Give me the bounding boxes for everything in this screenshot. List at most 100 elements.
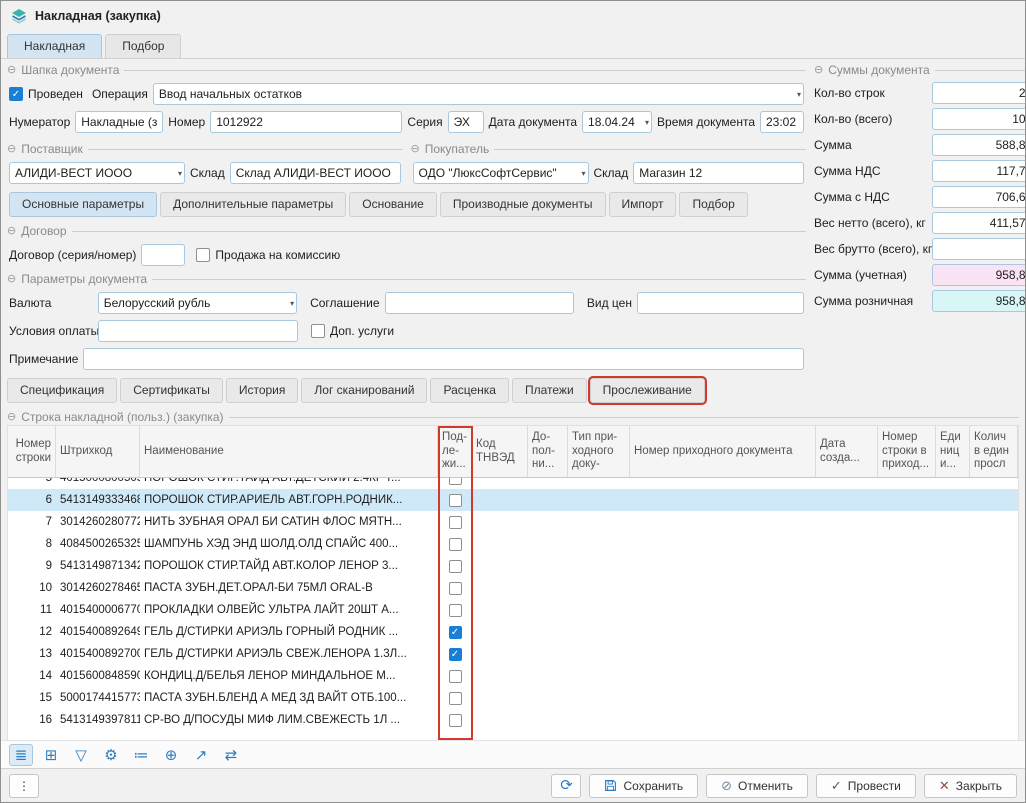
cell-check[interactable] <box>438 555 472 577</box>
tab-log-skanirovaniy[interactable]: Лог сканирований <box>301 378 427 403</box>
traceable-checkbox[interactable] <box>449 538 462 551</box>
traceable-checkbox[interactable] <box>449 714 462 727</box>
table-row[interactable]: 103014260278465ПАСТА ЗУБН.ДЕТ.ОРАЛ-БИ 75… <box>8 577 1018 599</box>
totals-value-5[interactable] <box>932 212 1026 234</box>
table-row[interactable]: 124015400892649ГЕЛЬ Д/СТИРКИ АРИЭЛЬ ГОРН… <box>8 621 1018 643</box>
totals-value-1[interactable] <box>932 108 1026 130</box>
numerator-field[interactable] <box>75 111 163 133</box>
cell-check[interactable] <box>438 599 472 621</box>
grid-view-icon[interactable]: ⊞ <box>39 744 63 766</box>
table-row[interactable]: 73014260280772НИТЬ ЗУБНАЯ ОРАЛ БИ САТИН … <box>8 511 1018 533</box>
column-header-tnved[interactable]: Код ТНВЭД <box>472 426 528 477</box>
traceable-checkbox[interactable] <box>449 604 462 617</box>
detail-view-icon[interactable]: ≣ <box>9 744 33 766</box>
tab-specifikaciya[interactable]: Спецификация <box>7 378 117 403</box>
cell-check[interactable]: ✓ <box>438 621 472 643</box>
totals-value-2[interactable] <box>932 134 1026 156</box>
column-header-created[interactable]: Дата созда... <box>816 426 878 477</box>
traceable-checkbox[interactable]: ✓ <box>449 648 462 661</box>
traceable-checkbox[interactable] <box>449 560 462 573</box>
tab-podbor[interactable]: Подбор <box>105 34 181 58</box>
column-header-qty[interactable]: Колич в един просл <box>970 426 1018 477</box>
column-header-num[interactable]: Номер строки <box>8 426 56 477</box>
sync-icon[interactable]: ⇄ <box>219 744 243 766</box>
commission-checkbox[interactable] <box>196 248 210 262</box>
table-row[interactable]: 84084500265325ШАМПУНЬ ХЭД ЭНД ШОЛД.ОЛД С… <box>8 533 1018 555</box>
supplier-warehouse-field[interactable] <box>230 162 401 184</box>
agreement-field[interactable] <box>385 292 574 314</box>
close-button[interactable]: ✕ Закрыть <box>924 774 1017 798</box>
collapse-icon[interactable]: ⊖ <box>814 65 823 76</box>
cell-check[interactable] <box>438 489 472 511</box>
collapse-icon[interactable]: ⊖ <box>7 65 16 76</box>
column-header-barcode[interactable]: Штрихкод <box>56 426 140 477</box>
cell-check[interactable] <box>438 478 472 489</box>
tab-osnovanie[interactable]: Основание <box>349 192 437 217</box>
totals-value-7[interactable] <box>932 264 1026 286</box>
number-field[interactable] <box>210 111 402 133</box>
tab-import[interactable]: Импорт <box>609 192 677 217</box>
totals-value-8[interactable] <box>932 290 1026 312</box>
table-row[interactable]: 54015000800505ПОРОШОК СТИР.ТАЙД АВТ.ДЕТС… <box>8 478 1018 489</box>
tab-proizvodnye-dokumenty[interactable]: Производные документы <box>440 192 606 217</box>
cell-check[interactable]: ✓ <box>438 643 472 665</box>
totals-value-3[interactable] <box>932 160 1026 182</box>
table-row[interactable]: 65413149333468ПОРОШОК СТИР.АРИЕЛЬ АВТ.ГО… <box>8 489 1018 511</box>
cell-check[interactable] <box>438 577 472 599</box>
menu-button[interactable]: ⋮ <box>9 774 39 798</box>
totals-value-4[interactable] <box>932 186 1026 208</box>
column-header-check[interactable]: Под- ле- жи... <box>438 426 472 477</box>
column-header-docnum[interactable]: Номер приходного документа <box>630 426 816 477</box>
column-header-dop[interactable]: До- пол- ни... <box>528 426 568 477</box>
post-button[interactable]: ✓ Провести <box>816 774 916 798</box>
table-row[interactable]: 155000174415773ПАСТА ЗУБН.БЛЕНД А МЕД ЗД… <box>8 687 1018 709</box>
tab-rascenka[interactable]: Расценка <box>430 378 509 403</box>
traceable-checkbox[interactable] <box>449 670 462 683</box>
collapse-icon[interactable]: ⊖ <box>7 226 16 237</box>
cell-check[interactable] <box>438 511 472 533</box>
table-row[interactable]: 95413149871342ПОРОШОК СТИР.ТАЙД АВТ.КОЛО… <box>8 555 1018 577</box>
tab-sertifikaty[interactable]: Сертификаты <box>120 378 223 403</box>
tab-podbor-param[interactable]: Подбор <box>679 192 747 217</box>
open-window-icon[interactable]: ↗ <box>189 744 213 766</box>
column-header-unit[interactable]: Еди ниц и... <box>936 426 970 477</box>
contract-field[interactable] <box>141 244 185 266</box>
save-button[interactable]: Сохранить <box>589 774 698 798</box>
tab-istoriya[interactable]: История <box>226 378 299 403</box>
buyer-warehouse-field[interactable] <box>633 162 804 184</box>
payment-terms-field[interactable] <box>98 320 298 342</box>
buyer-select[interactable]: ОДО "ЛюксСофтСервис" ▾ <box>413 162 589 184</box>
table-row[interactable]: 144015600848590КОНДИЦ.Д/БЕЛЬЯ ЛЕНОР МИНД… <box>8 665 1018 687</box>
refresh-button[interactable]: ⟳ <box>551 774 581 798</box>
doc-time-field[interactable] <box>760 111 804 133</box>
cancel-button[interactable]: ⊘ Отменить <box>706 774 808 798</box>
tab-osnovnye-parametry[interactable]: Основные параметры <box>9 192 157 217</box>
supplier-select[interactable]: АЛИДИ-ВЕСТ ИООО ▾ <box>9 162 185 184</box>
proveden-checkbox[interactable]: ✓ <box>9 87 23 101</box>
table-row[interactable]: 134015400892700ГЕЛЬ Д/СТИРКИ АРИЭЛЬ СВЕЖ… <box>8 643 1018 665</box>
traceable-checkbox[interactable] <box>449 478 462 485</box>
column-header-rownum[interactable]: Номер строки в приход... <box>878 426 936 477</box>
cell-check[interactable] <box>438 709 472 731</box>
traceable-checkbox[interactable] <box>449 516 462 529</box>
column-header-name[interactable]: Наименование <box>140 426 438 477</box>
tab-nakladnaya[interactable]: Накладная <box>7 34 102 58</box>
collapse-icon[interactable]: ⊖ <box>7 144 16 155</box>
list-add-icon[interactable]: ⊕ <box>159 744 183 766</box>
totals-value-0[interactable] <box>932 82 1026 104</box>
settings-icon[interactable]: ⚙ <box>99 744 123 766</box>
totals-value-6[interactable] <box>932 238 1026 260</box>
cell-check[interactable] <box>438 687 472 709</box>
extra-services-checkbox[interactable] <box>311 324 325 338</box>
series-field[interactable] <box>448 111 484 133</box>
collapse-icon[interactable]: ⊖ <box>7 274 16 285</box>
tab-dopolnitelnye-parametry[interactable]: Дополнительные параметры <box>160 192 346 217</box>
traceable-checkbox[interactable] <box>449 494 462 507</box>
note-field[interactable] <box>83 348 804 370</box>
table-row[interactable]: 165413149397811СР-ВО Д/ПОСУДЫ МИФ ЛИМ.СВ… <box>8 709 1018 731</box>
table-row[interactable]: 114015400006770ПРОКЛАДКИ ОЛВЕЙС УЛЬТРА Л… <box>8 599 1018 621</box>
currency-select[interactable]: Белорусский рубль ▾ <box>98 292 297 314</box>
filter-icon[interactable]: ▽ <box>69 744 93 766</box>
price-type-field[interactable] <box>637 292 804 314</box>
operation-select[interactable]: Ввод начальных остатков ▾ <box>153 83 804 105</box>
